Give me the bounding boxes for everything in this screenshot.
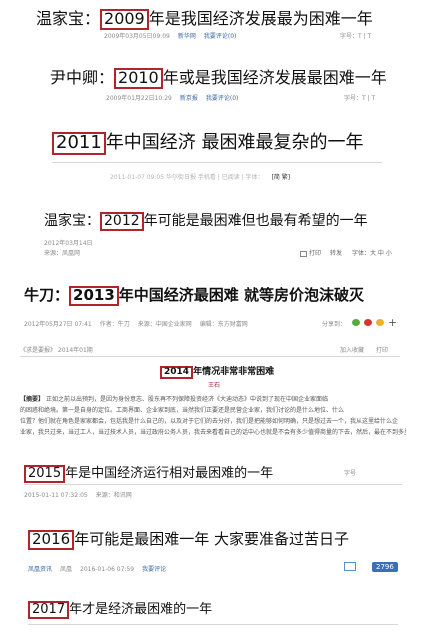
print-button[interactable]: 打印 (376, 345, 388, 354)
qzone-icon[interactable] (376, 319, 384, 326)
wechat-icon[interactable] (352, 319, 360, 326)
divider (20, 356, 400, 357)
article-source: 来源：凤凰网 (44, 250, 81, 257)
add-favorite-button[interactable]: 加入收藏 (340, 345, 364, 354)
share-bar: 分享到： (322, 321, 347, 328)
breadcrumb[interactable]: 《求是要报》 2014年01期 (20, 345, 93, 354)
divider (52, 162, 382, 163)
font-size-control[interactable]: 字号：T | T (340, 31, 371, 40)
article-meta: 2011-01-07 09:05 华尔街日报 手机看 | 已阅读 | 字体： [简… (110, 174, 291, 181)
printer-icon (300, 250, 307, 257)
article-clip-2017: 2017 年才是经济最困难的一年 (0, 590, 426, 640)
year-highlight-box: 2012 (100, 212, 144, 231)
comment-link[interactable]: 我要评论(0) (204, 33, 237, 40)
headline: 温家宝： 2009 年是我国经济发展最为困难一年 (36, 9, 373, 30)
source-link[interactable]: 凤凰资讯 (28, 566, 52, 573)
comment-count-badge[interactable]: 2796 (372, 562, 398, 572)
article-clip-2016: 2016 年可能是最困难一年 大家要准备过苦日子 凤凰资讯 凤凰 2016-01-06… (0, 516, 426, 582)
year-highlight-box: 2013 (69, 286, 119, 306)
article-date: 2012年03月14日 (44, 240, 93, 247)
article-meta: 凤凰资讯 凤凰 2016-01-06 07:59 我要评论 (28, 566, 167, 573)
article-clip-2009: 温家宝： 2009 年是我国经济发展最为困难一年 2009年03月05日09:09 新… (0, 0, 426, 50)
share-button[interactable]: 转发 (330, 248, 342, 257)
headline: 牛刀： 2013 年中国经济最困难 就等房价泡沫破灭 (24, 286, 364, 306)
article-clip-2012: 温家宝： 2012 年可能是最困难但也最有希望的一年 2012年03月14日 来源：… (0, 198, 426, 262)
article-clip-2011: 2011 年中国经济 最困难最复杂的一年 2011-01-07 09:05 华尔街… (0, 118, 426, 190)
article-meta: 2012年05月27日 07:41 作者：牛刀 来源：中国企业家网 编辑：东方财富网 (24, 321, 248, 328)
year-highlight-box: 2010 (114, 68, 163, 89)
divider (28, 624, 398, 625)
article-clip-2013: 牛刀： 2013 年中国经济最困难 就等房价泡沫破灭 2012年05月27日 07:… (0, 278, 426, 332)
headline: 2014 年情况非常非常困难 (160, 364, 274, 380)
article-meta: 2009年01月22日10:29 新京报 我要评论(0) (106, 95, 239, 102)
source-link[interactable]: 新京报 (180, 95, 198, 102)
font-size-control[interactable]: 字体：大 中 小 (352, 248, 392, 257)
abstract-line: 位置？他们就在角色是家家都会，包括我是什么自己的，以及对于它们的去分好，我们是把… (20, 418, 399, 425)
year-highlight-box: 2009 (100, 9, 149, 30)
article-clip-2010: 尹中卿： 2010 年或是我国经济发展最困难一年 2009年01月22日10:29 新… (0, 58, 426, 106)
headline: 2017 年才是经济最困难的一年 (28, 598, 212, 619)
year-highlight-box: 2016 (28, 530, 75, 550)
headline: 温家宝： 2012 年可能是最困难但也最有希望的一年 (44, 212, 368, 231)
headline: 尹中卿： 2010 年或是我国经济发展最困难一年 (50, 68, 387, 89)
abstract: 【摘要】 正如之前以出预判，是因为身份意志、股东再不列保障投资经济《大迪动态》中… (20, 394, 406, 438)
print-button[interactable]: 打印 (300, 248, 321, 257)
headline: 2011 年中国经济 最困难最复杂的一年 (52, 128, 364, 155)
weibo-icon[interactable] (364, 319, 372, 326)
headline: 2016 年可能是最困难一年 大家要准备过苦日子 (28, 528, 349, 550)
year-highlight-box: 2011 (52, 132, 106, 155)
year-highlight-box: 2014 (160, 366, 194, 380)
year-highlight-box: 2015 (24, 465, 66, 483)
comment-link[interactable]: 我要评论 (142, 566, 166, 573)
plus-icon[interactable]: + (388, 316, 397, 329)
headline: 2015 年是中国经济运行相对最困难的一年 (24, 462, 273, 483)
divider (24, 484, 402, 485)
mail-icon[interactable] (344, 562, 356, 571)
abstract-line: 的困惑和绝境。第一是自身的定位。工商界面、企业家到底，当然我们正要还是民营企业家… (20, 407, 345, 414)
article-meta: 2015-01-11 07:32:05 来源：和讯网 (24, 492, 132, 499)
source-link[interactable]: 新华网 (178, 33, 196, 40)
script-toggle[interactable]: [简 繁] (272, 174, 291, 181)
article-clip-2015: 2015 年是中国经济运行相对最困难的一年 字号 2015-01-11 07:32… (0, 458, 426, 506)
author: 王石 (208, 382, 221, 389)
article-clip-2014: 《求是要报》 2014年01期 加入收藏 打印 2014 年情况非常非常困难 王石… (0, 342, 426, 454)
abstract-line: 【摘要】 正如之前以出预判，是因为身份意志、股东再不列保障投资经济《大迪动态》中… (20, 396, 328, 403)
article-meta: 2009年03月05日09:09 新华网 我要评论(0) (104, 33, 237, 40)
font-size-control[interactable]: 字号：T | T (344, 93, 375, 102)
year-highlight-box: 2017 (28, 601, 70, 619)
font-size-control[interactable]: 字号 (344, 468, 356, 477)
comment-link[interactable]: 我要评论(0) (206, 95, 239, 102)
abstract-line: 业家，我只过来，当过工人，当过技术人员，当过政府公务人员，我去来看看自己的话中心… (20, 429, 406, 436)
